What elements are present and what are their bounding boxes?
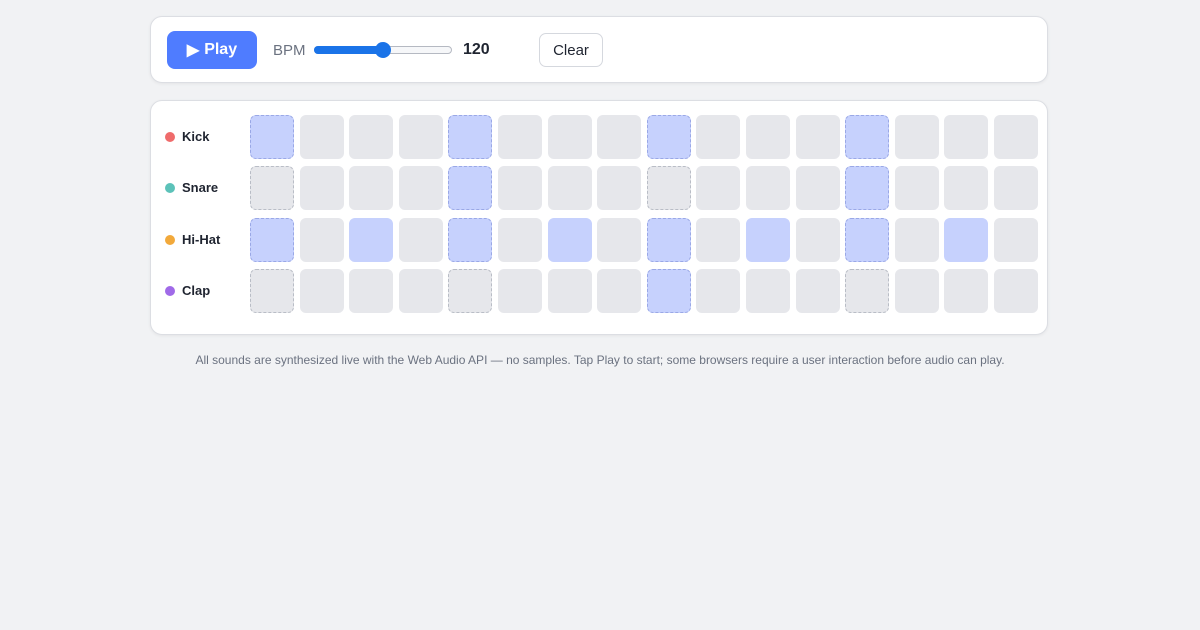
track-name: Hi-Hat [182, 232, 221, 247]
step-cell[interactable] [498, 115, 542, 159]
step-cell[interactable] [349, 115, 393, 159]
track-row-clap: Clap [151, 269, 1047, 313]
step-cell[interactable] [250, 269, 294, 313]
step-cell[interactable] [498, 269, 542, 313]
step-cell[interactable] [647, 218, 691, 262]
step-cell[interactable] [895, 269, 939, 313]
step-cell[interactable] [796, 218, 840, 262]
track-row-kick: Kick [151, 115, 1047, 159]
step-cell[interactable] [498, 218, 542, 262]
step-cell[interactable] [696, 166, 740, 210]
step-cell[interactable] [944, 218, 988, 262]
track-name: Snare [182, 180, 219, 195]
step-cell[interactable] [597, 269, 641, 313]
step-cell[interactable] [300, 115, 344, 159]
track-label: Snare [165, 180, 218, 195]
step-cell[interactable] [548, 218, 592, 262]
step-cell[interactable] [300, 166, 344, 210]
track-label: Clap [165, 283, 210, 298]
footnote: All sounds are synthesized live with the… [195, 353, 1005, 367]
step-cell[interactable] [548, 166, 592, 210]
step-cell[interactable] [746, 115, 790, 159]
step-cell[interactable] [696, 269, 740, 313]
step-cell[interactable] [994, 166, 1038, 210]
transport-toolbar: ▶ Play BPM 120 Clear [150, 16, 1048, 83]
step-cell[interactable] [597, 115, 641, 159]
track-row-snare: Snare [151, 166, 1047, 210]
step-cell[interactable] [399, 166, 443, 210]
step-cell[interactable] [448, 115, 492, 159]
track-color-dot [165, 131, 175, 142]
step-cell[interactable] [647, 115, 691, 159]
track-color-dot [165, 285, 175, 296]
step-cell[interactable] [597, 166, 641, 210]
step-cell[interactable] [845, 115, 889, 159]
step-cell[interactable] [448, 166, 492, 210]
bpm-value: 120 [463, 41, 490, 58]
step-cell[interactable] [895, 218, 939, 262]
track-name: Clap [182, 283, 211, 298]
step-cell[interactable] [994, 218, 1038, 262]
step-cell[interactable] [250, 166, 294, 210]
step-cell[interactable] [399, 115, 443, 159]
step-cell[interactable] [944, 115, 988, 159]
step-cell[interactable] [597, 218, 641, 262]
step-cell[interactable] [647, 269, 691, 313]
step-cell[interactable] [994, 115, 1038, 159]
step-cell[interactable] [300, 269, 344, 313]
step-cell[interactable] [548, 115, 592, 159]
step-cell[interactable] [498, 166, 542, 210]
track-row-hi-hat: Hi-Hat [151, 218, 1047, 262]
track-name: Kick [182, 129, 210, 144]
step-cell[interactable] [448, 269, 492, 313]
step-cell[interactable] [895, 115, 939, 159]
step-cell[interactable] [796, 166, 840, 210]
track-color-dot [165, 234, 175, 245]
play-icon: ▶ [186, 42, 200, 59]
step-cell[interactable] [647, 166, 691, 210]
track-color-dot [165, 182, 175, 193]
play-label: Play [204, 41, 238, 58]
step-cell[interactable] [944, 166, 988, 210]
step-cell[interactable] [746, 269, 790, 313]
step-cell[interactable] [399, 269, 443, 313]
bpm-slider-fill [314, 46, 382, 54]
step-cell[interactable] [349, 166, 393, 210]
step-cell[interactable] [746, 218, 790, 262]
track-label: Kick [165, 129, 209, 144]
step-cell[interactable] [696, 218, 740, 262]
step-cell[interactable] [895, 166, 939, 210]
step-cell[interactable] [796, 269, 840, 313]
step-cell[interactable] [250, 218, 294, 262]
step-cell[interactable] [746, 166, 790, 210]
bpm-label: BPM [273, 42, 306, 59]
clear-button[interactable]: Clear [539, 33, 603, 67]
step-cell[interactable] [399, 218, 443, 262]
bpm-slider-thumb[interactable] [375, 42, 391, 58]
bpm-slider[interactable] [314, 42, 452, 58]
track-label: Hi-Hat [165, 232, 220, 247]
step-cell[interactable] [796, 115, 840, 159]
step-cell[interactable] [448, 218, 492, 262]
step-cell[interactable] [845, 166, 889, 210]
step-cell[interactable] [845, 218, 889, 262]
step-cell[interactable] [944, 269, 988, 313]
step-cell[interactable] [696, 115, 740, 159]
step-cell[interactable] [250, 115, 294, 159]
step-sequencer-grid: Kick Snare Hi-Hat Clap [150, 100, 1048, 335]
step-cell[interactable] [349, 269, 393, 313]
step-cell[interactable] [845, 269, 889, 313]
step-cell[interactable] [349, 218, 393, 262]
step-cell[interactable] [300, 218, 344, 262]
step-cell[interactable] [548, 269, 592, 313]
step-cell[interactable] [994, 269, 1038, 313]
play-button[interactable]: ▶ Play [167, 31, 257, 69]
